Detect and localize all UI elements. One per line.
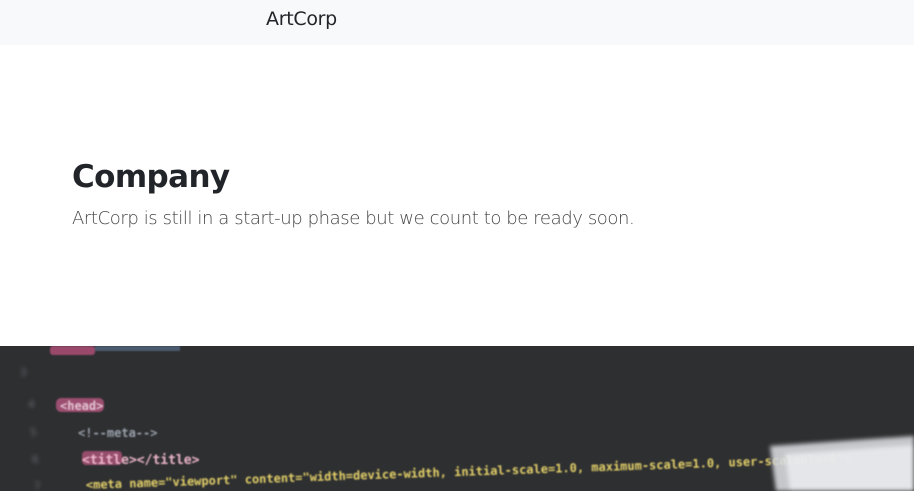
code-line: <meta name="viewport" content="width=dev…	[86, 451, 852, 491]
line-number: 6	[32, 453, 39, 466]
code-background-image: 3 4 5 6 7 <head> <!--meta--> <title></ti…	[0, 346, 914, 491]
code-underline	[95, 346, 180, 351]
code-image-svg: 3 4 5 6 7 <head> <!--meta--> <title></ti…	[20, 346, 914, 491]
code-line: <!--meta-->	[78, 426, 157, 440]
section-title: Company	[72, 159, 230, 195]
navbar-brand[interactable]: ArtCorp	[266, 8, 337, 30]
line-number: 3	[20, 366, 27, 379]
section-description: ArtCorp is still in a start-up phase but…	[72, 208, 635, 229]
navbar: ArtCorp	[0, 0, 914, 45]
code-line: <title></title>	[82, 453, 200, 468]
line-number: 7	[34, 480, 41, 491]
line-number: 4	[28, 398, 35, 411]
company-section: Company ArtCorp is still in a start-up p…	[0, 45, 914, 346]
line-number: 5	[30, 426, 37, 439]
code-tag-highlight	[50, 346, 95, 355]
code-line: <head>	[60, 399, 103, 413]
